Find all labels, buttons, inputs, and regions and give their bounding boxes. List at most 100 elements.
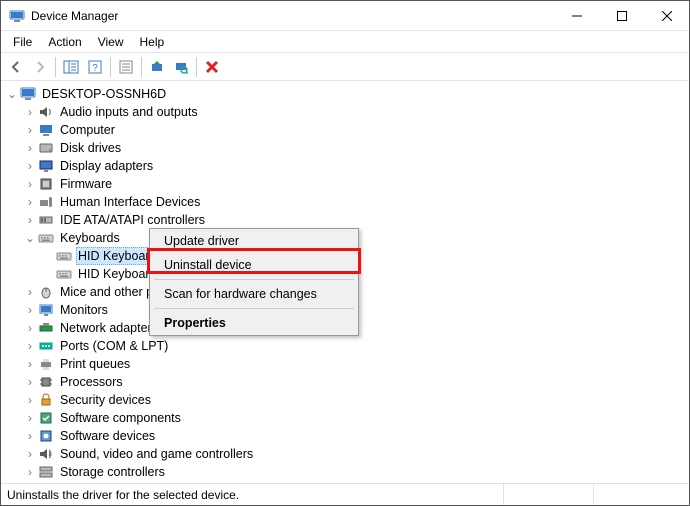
tree-category[interactable]: › Human Interface Devices [1,193,689,211]
keyboard-icon [38,230,54,246]
tree-category[interactable]: › Ports (COM & LPT) [1,337,689,355]
tree-item-label: Network adapters [58,320,160,336]
tree-item-label: Print queues [58,356,132,372]
device-manager-window: Device Manager File Action View Help ? ⌄… [0,0,690,506]
tree-category[interactable]: › Storage controllers [1,463,689,481]
scan-hardware-toolbar-button[interactable] [170,56,192,78]
context-update-driver[interactable]: Update driver [150,229,358,253]
expand-icon[interactable]: › [23,303,37,317]
status-bar: Uninstalls the driver for the selected d… [1,483,689,505]
status-text: Uninstalls the driver for the selected d… [7,488,503,502]
tree-item-label: Ports (COM & LPT) [58,338,170,354]
network-icon [38,320,54,336]
tree-category[interactable]: › Audio inputs and outputs [1,103,689,121]
mouse-icon [38,284,54,300]
help-toolbar-button[interactable]: ? [84,56,106,78]
update-driver-toolbar-button[interactable] [146,56,168,78]
window-title: Device Manager [31,9,554,23]
no-expand [41,249,55,263]
expand-icon[interactable]: › [23,429,37,443]
computerRoot-icon [20,86,36,102]
context-scan-hardware[interactable]: Scan for hardware changes [150,282,358,306]
maximize-button[interactable] [599,1,644,30]
collapse-icon[interactable]: ⌄ [23,231,37,245]
monitor-icon [38,302,54,318]
context-menu: Update driver Uninstall device Scan for … [149,228,359,336]
tree-item-label: Software devices [58,428,157,444]
forward-button[interactable] [29,56,51,78]
tree-item-label: IDE ATA/ATAPI controllers [58,212,207,228]
menu-file[interactable]: File [5,33,40,51]
cpu-icon [38,374,54,390]
tree-item-label: Firmware [58,176,114,192]
tree-item-label: Human Interface Devices [58,194,202,210]
menu-action[interactable]: Action [40,33,89,51]
uninstall-toolbar-button[interactable] [201,56,223,78]
tree-item-label: System devices [58,482,150,483]
hid-icon [38,194,54,210]
expand-icon[interactable]: › [23,195,37,209]
tree-category[interactable]: ›Display adapters [1,157,689,175]
tree-category[interactable]: › Firmware [1,175,689,193]
menu-view[interactable]: View [90,33,132,51]
tree-category[interactable]: ›Computer [1,121,689,139]
collapse-icon[interactable]: ⌄ [5,87,19,101]
expand-icon[interactable]: › [23,465,37,479]
minimize-button[interactable] [554,1,599,30]
tree-item-label: Sound, video and game controllers [58,446,255,462]
tree-category[interactable]: › Disk drives [1,139,689,157]
context-properties[interactable]: Properties [150,311,358,335]
expand-icon[interactable]: › [23,375,37,389]
context-uninstall-device[interactable]: Uninstall device [150,253,358,277]
tree-item-label: Processors [58,374,125,390]
title-bar: Device Manager [1,1,689,31]
expand-icon[interactable]: › [23,141,37,155]
print-icon [38,356,54,372]
menu-help[interactable]: Help [132,33,173,51]
expand-icon[interactable]: › [23,123,37,137]
tree-category[interactable]: › Processors [1,373,689,391]
display-icon [38,158,54,174]
device-tree[interactable]: ⌄DESKTOP-OSSNH6D›Audio inputs and output… [1,81,689,483]
firmware-icon [38,176,54,192]
tree-item-label: Audio inputs and outputs [58,104,200,120]
expand-icon[interactable]: › [23,159,37,173]
back-button[interactable] [5,56,27,78]
no-expand [41,267,55,281]
swdev-icon [38,428,54,444]
expand-icon[interactable]: › [23,105,37,119]
tree-category[interactable]: › Print queues [1,355,689,373]
tree-category[interactable]: ›System devices [1,481,689,483]
expand-icon[interactable]: › [23,357,37,371]
tree-item-label: Keyboards [58,230,122,246]
expand-icon[interactable]: › [23,177,37,191]
properties-toolbar-button[interactable] [115,56,137,78]
tree-item-label: Software components [58,410,183,426]
tree-item-label: DESKTOP-OSSNH6D [40,86,168,102]
show-hide-tree-button[interactable] [60,56,82,78]
keyboard-icon [56,266,72,282]
expand-icon[interactable]: › [23,411,37,425]
computer-icon [38,122,54,138]
close-button[interactable] [644,1,689,30]
tree-category[interactable]: › IDE ATA/ATAPI controllers [1,211,689,229]
tree-root[interactable]: ⌄ DESKTOP-OSSNH6D [1,85,689,103]
tree-item-label: Storage controllers [58,464,167,480]
menu-bar: File Action View Help [1,31,689,53]
tree-category[interactable]: › Sound, video and game controllers [1,445,689,463]
tree-category[interactable]: › Software components [1,409,689,427]
toolbar: ? [1,53,689,81]
expand-icon[interactable]: › [23,321,37,335]
expand-icon[interactable]: › [23,339,37,353]
tree-item-label: Security devices [58,392,153,408]
tree-category[interactable]: › Software devices [1,427,689,445]
svg-text:?: ? [92,63,98,74]
tree-item-label: Monitors [58,302,110,318]
expand-icon[interactable]: › [23,393,37,407]
app-icon [9,8,25,24]
expand-icon[interactable]: › [23,213,37,227]
expand-icon[interactable]: › [23,447,37,461]
tree-item-label: Disk drives [58,140,123,156]
tree-category[interactable]: › Security devices [1,391,689,409]
expand-icon[interactable]: › [23,285,37,299]
